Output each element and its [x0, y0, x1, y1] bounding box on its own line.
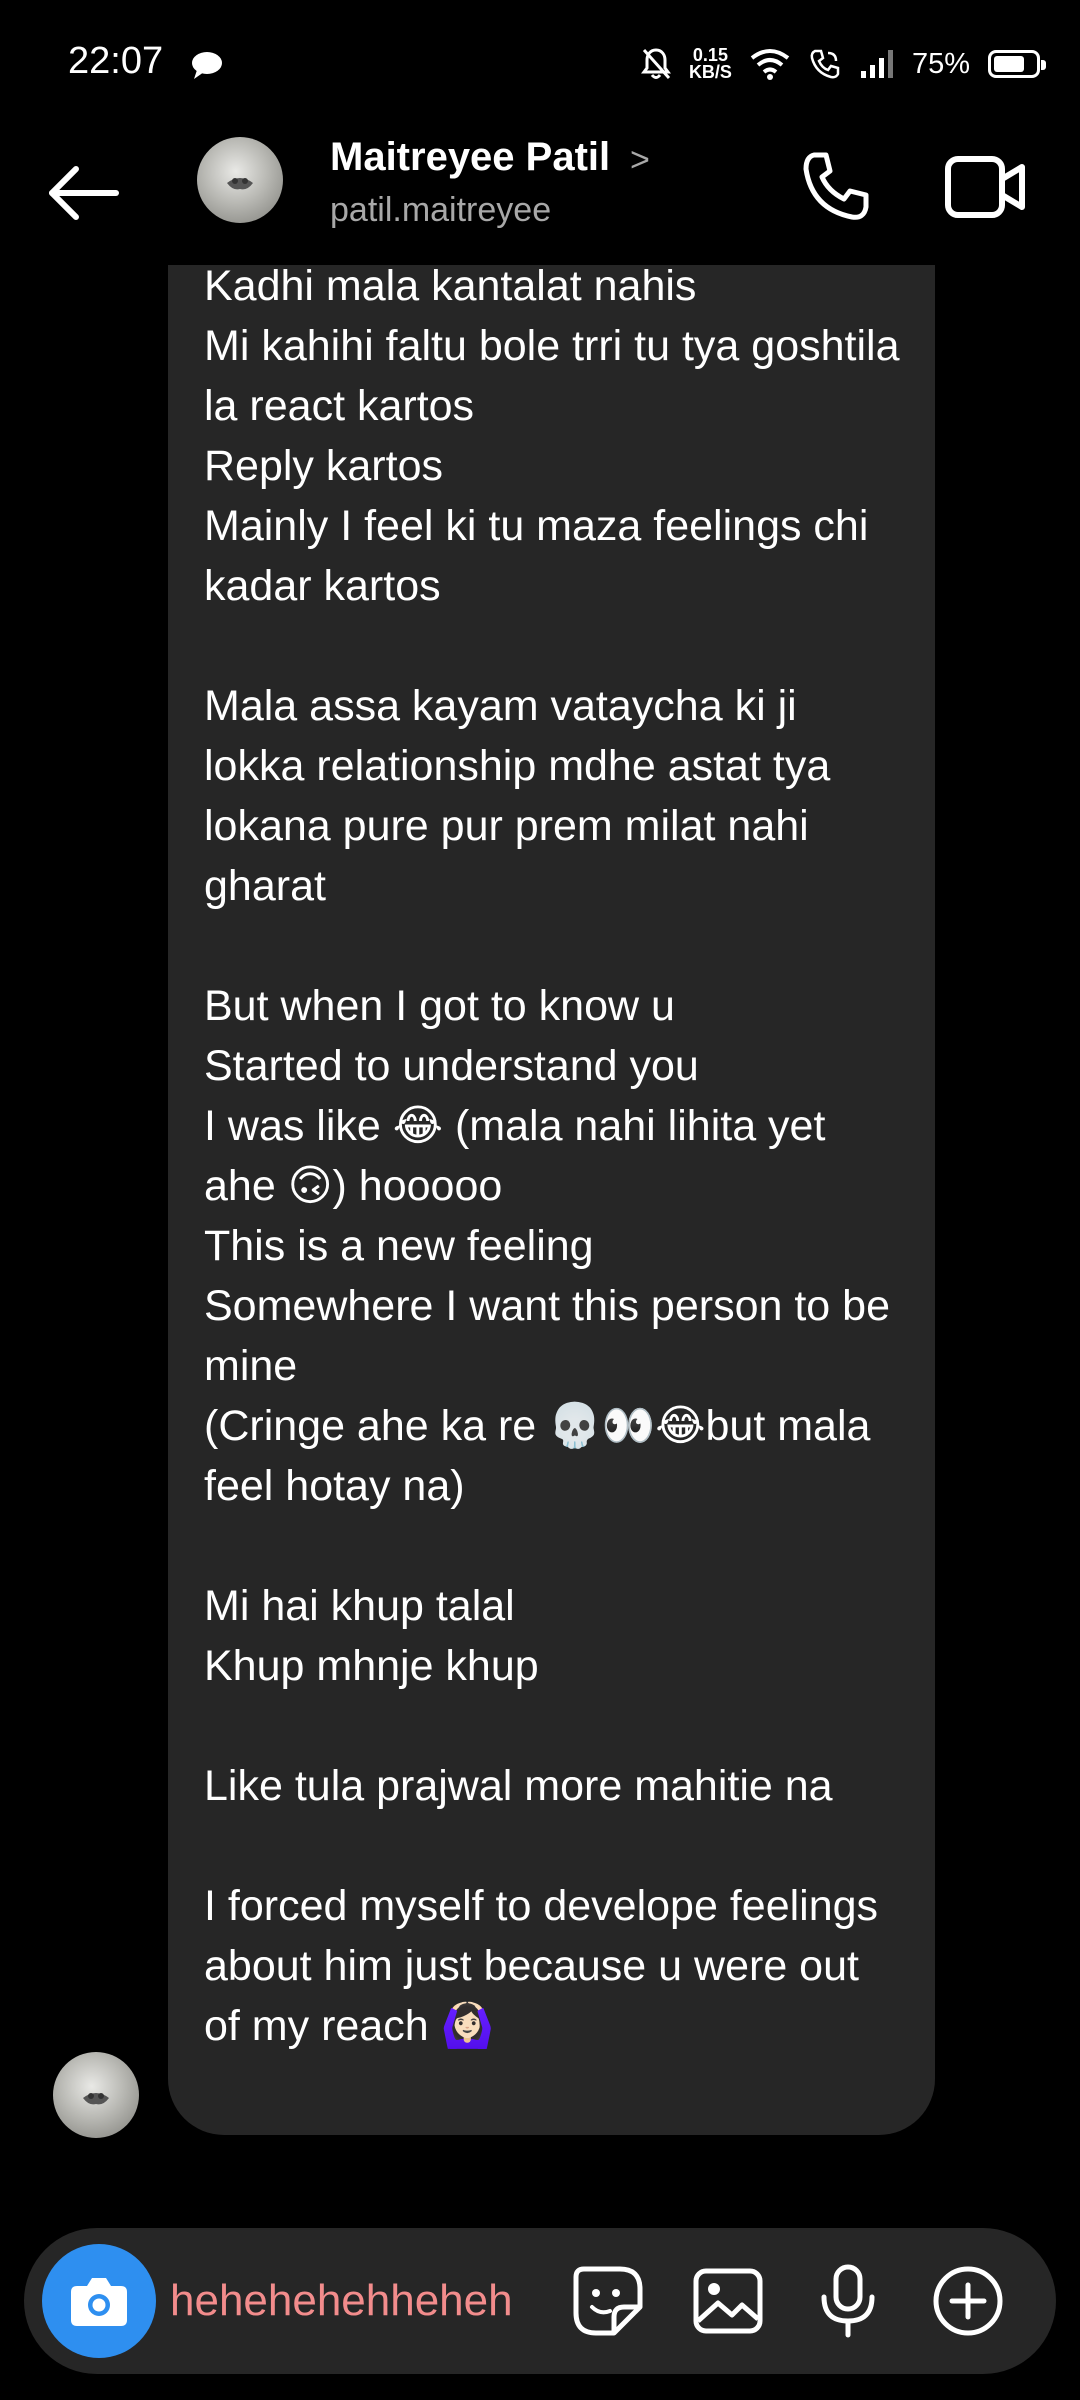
- message-composer: hehehehehheheh: [24, 2228, 1056, 2374]
- message-input[interactable]: hehehehehheheh: [170, 2268, 580, 2334]
- status-bar: 22:07 0.15 KB/S 75%: [0, 0, 1080, 130]
- image-icon[interactable]: [690, 2263, 766, 2339]
- received-message-bubble[interactable]: Kadhi mala kantalat nahis Mi kahihi falt…: [168, 160, 935, 2135]
- network-speed-unit: KB/S: [688, 62, 732, 82]
- chat-header: Maitreyee Patil > patil.maitreyee: [0, 125, 1080, 265]
- status-icons: 0.15 KB/S 75%: [640, 42, 1046, 86]
- sticker-icon[interactable]: [570, 2263, 646, 2339]
- wifi-icon: [750, 49, 790, 80]
- microphone-icon[interactable]: [810, 2263, 886, 2339]
- chevron-right-icon[interactable]: >: [630, 141, 650, 180]
- signal-icon: [860, 50, 893, 78]
- contact-avatar[interactable]: [197, 137, 283, 223]
- sender-avatar[interactable]: [53, 2052, 139, 2138]
- contact-username[interactable]: patil.maitreyee: [330, 191, 551, 230]
- battery-percent: 75%: [911, 47, 970, 80]
- video-camera-icon[interactable]: [942, 149, 1026, 225]
- battery-level-fill: [994, 56, 1024, 72]
- camera-button[interactable]: [42, 2244, 156, 2358]
- wifi-calling-icon: [810, 49, 840, 79]
- back-arrow-icon[interactable]: [44, 153, 124, 233]
- avatar-photo-icon: [83, 2093, 109, 2105]
- network-speed: 0.15 KB/S: [688, 46, 732, 82]
- chat-notification-icon: [192, 52, 222, 79]
- message-text: Kadhi mala kantalat nahis Mi kahihi falt…: [204, 262, 900, 2050]
- plus-circle-icon[interactable]: [930, 2263, 1006, 2339]
- status-time: 22:07: [68, 40, 164, 82]
- mute-bell-icon: [640, 48, 671, 79]
- battery-icon: [988, 50, 1046, 78]
- phone-icon[interactable]: [798, 149, 874, 225]
- camera-icon: [71, 2278, 127, 2326]
- contact-name[interactable]: Maitreyee Patil: [330, 135, 610, 180]
- avatar-photo-icon: [227, 178, 253, 190]
